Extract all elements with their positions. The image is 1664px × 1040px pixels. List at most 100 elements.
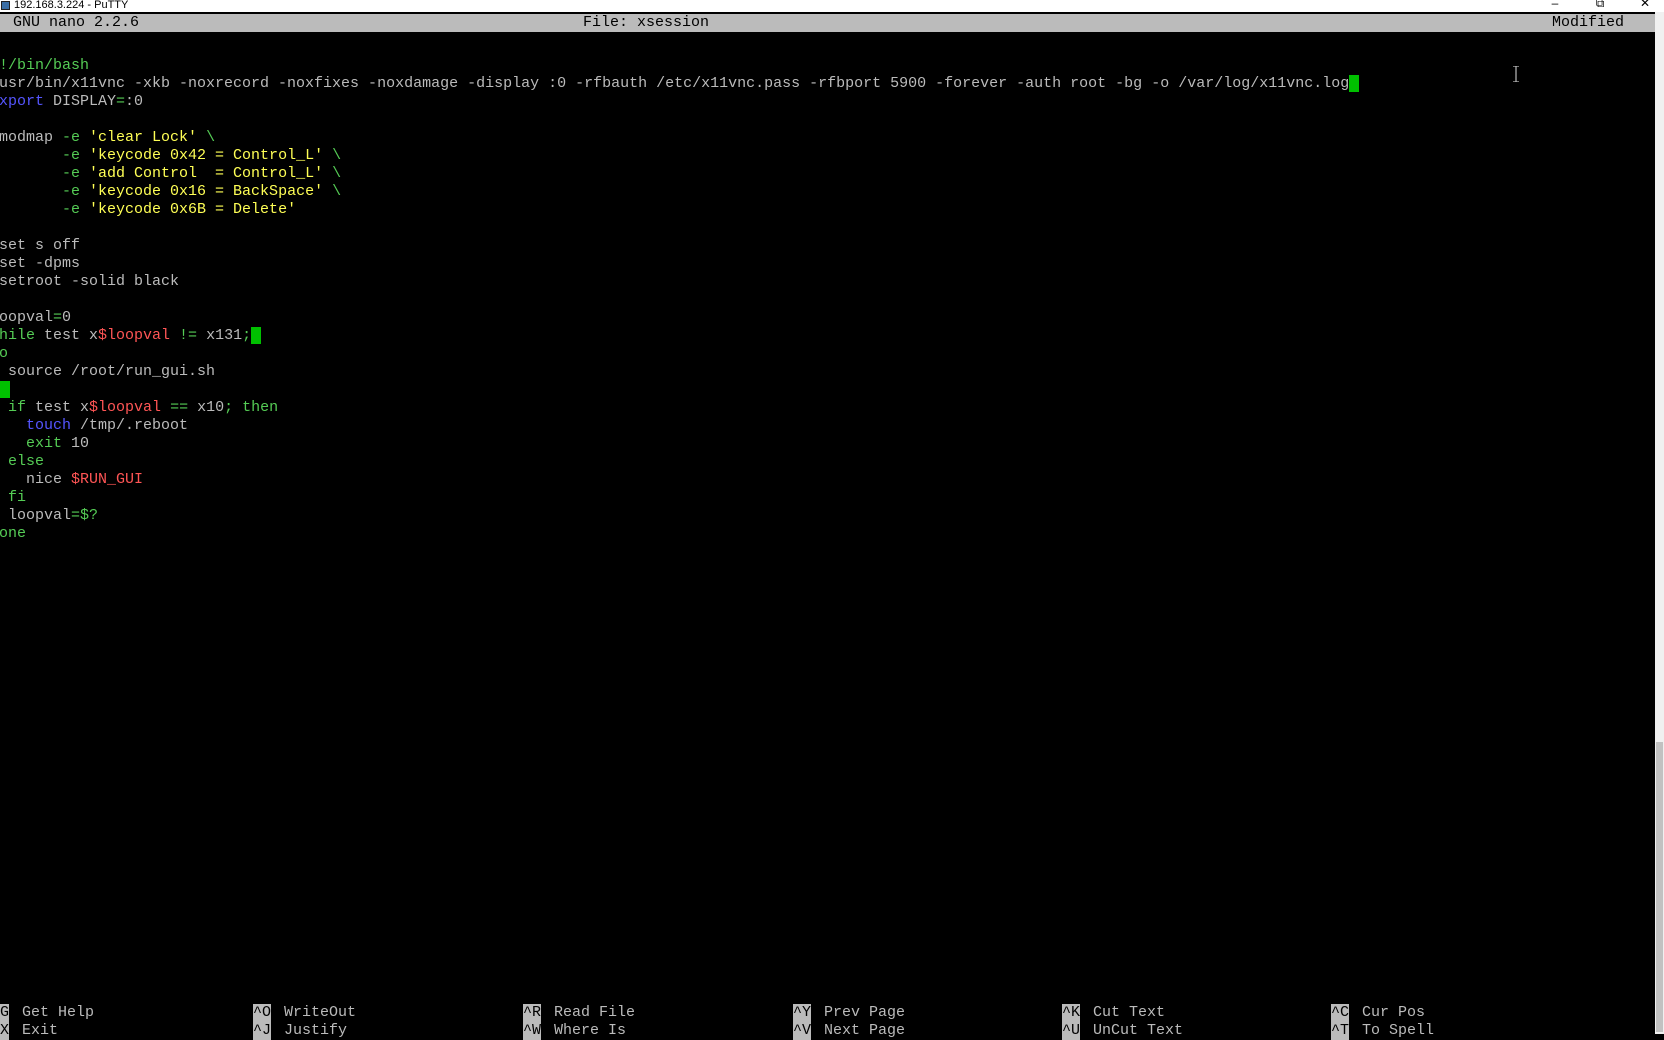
- code-token: nice: [26, 471, 63, 488]
- shortcut-label: Cut Text: [1093, 1004, 1166, 1021]
- code-token: ==: [161, 399, 198, 416]
- code-token: 10: [62, 435, 90, 452]
- code-line[interactable]: export DISPLAY=:0: [0, 93, 143, 111]
- code-line[interactable]: xmodmap -e 'clear Lock' \: [0, 129, 215, 147]
- code-token: \: [323, 165, 342, 182]
- code-token: fi: [8, 489, 27, 506]
- code-line[interactable]: else: [0, 453, 44, 471]
- code-token: xsetroot -solid black: [0, 273, 180, 290]
- shortcut-key: ^G: [0, 1004, 10, 1022]
- code-token: #!/bin/bash: [0, 57, 90, 74]
- text-cursor-icon: [1513, 66, 1519, 82]
- maximize-icon[interactable]: ⧉: [1593, 0, 1607, 10]
- code-token: exit: [26, 435, 63, 452]
- code-line[interactable]: if test x$loopval == x10; then: [0, 399, 278, 417]
- code-line[interactable]: exit 10: [0, 435, 89, 453]
- shortcut-key: ^U: [1062, 1022, 1081, 1040]
- code-token: ; then: [224, 399, 279, 416]
- code-line[interactable]: loopval=$?: [0, 507, 98, 525]
- code-line[interactable]: fi: [0, 489, 26, 507]
- shortcut-key: ^X: [0, 1022, 10, 1040]
- shortcut-label: WriteOut: [284, 1004, 357, 1021]
- putty-app-icon: [1, 1, 10, 10]
- cursor-block: [251, 327, 262, 344]
- shortcut-key: ^R: [523, 1004, 542, 1022]
- code-line[interactable]: done: [0, 525, 26, 543]
- minimize-icon[interactable]: –: [1548, 0, 1562, 10]
- code-token: 'keycode 0x42 = Control_L': [80, 147, 324, 164]
- code-token: 'clear Lock': [80, 129, 198, 146]
- code-token: source /root/run_gui.sh: [0, 363, 216, 380]
- shortcut-key: ^W: [523, 1022, 542, 1040]
- code-token: test x: [26, 399, 90, 416]
- code-line[interactable]: source /root/run_gui.sh: [0, 363, 215, 381]
- code-line[interactable]: -e 'add Control = Control_L' \: [0, 165, 341, 183]
- code-token: $loopval: [89, 399, 162, 416]
- shortcut-key: ^K: [1062, 1004, 1081, 1022]
- window-title-bar[interactable]: 192.168.3.224 - PuTTY – ⧉ ✕: [0, 0, 1664, 12]
- shortcut-key: ^V: [793, 1022, 812, 1040]
- code-line[interactable]: do: [0, 345, 8, 363]
- code-token: \: [197, 129, 216, 146]
- code-token: touch: [26, 417, 72, 434]
- code-token: xset s off: [0, 237, 81, 254]
- code-line[interactable]: -e 'keycode 0x16 = BackSpace' \: [0, 183, 341, 201]
- shortcut-label: Read File: [554, 1004, 636, 1021]
- code-token: -e: [62, 147, 81, 164]
- close-icon[interactable]: ✕: [1638, 0, 1652, 10]
- code-line[interactable]: xset s off: [0, 237, 80, 255]
- terminal-text-area[interactable]: #!/bin/bash/usr/bin/x11vnc -xkb -noxreco…: [0, 14, 1655, 1034]
- code-line[interactable]: loopval=0: [0, 309, 71, 327]
- code-token: $loopval: [98, 327, 171, 344]
- code-token: 'add Control = Control_L': [80, 165, 324, 182]
- code-token: DISPLAY: [44, 93, 117, 110]
- code-line[interactable]: #!/bin/bash: [0, 57, 89, 75]
- vertical-scrollbar[interactable]: [1655, 12, 1664, 1034]
- code-token: -e: [62, 165, 81, 182]
- code-line[interactable]: while test x$loopval != x131;: [0, 327, 262, 345]
- shortcut-label: UnCut Text: [1093, 1022, 1184, 1039]
- shortcut-key: ^J: [253, 1022, 272, 1040]
- code-line[interactable]: touch /tmp/.reboot: [0, 417, 188, 435]
- code-token: /tmp/.reboot: [71, 417, 189, 434]
- code-token: do: [0, 345, 9, 362]
- code-token: else: [8, 453, 45, 470]
- code-line[interactable]: nice $RUN_GUI: [0, 471, 143, 489]
- code-line[interactable]: -e 'keycode 0x42 = Control_L' \: [0, 147, 341, 165]
- code-token: 'keycode 0x6B = Delete': [80, 201, 297, 218]
- code-line[interactable]: -e 'keycode 0x6B = Delete': [0, 201, 296, 219]
- code-token: \: [323, 147, 342, 164]
- shortcut-label: Prev Page: [824, 1004, 906, 1021]
- scrollbar-thumb[interactable]: [1656, 742, 1663, 1032]
- shortcut-key: ^Y: [793, 1004, 812, 1022]
- code-line[interactable]: xset -dpms: [0, 255, 80, 273]
- shortcut-label: Cur Pos: [1362, 1004, 1426, 1021]
- code-token: -e: [62, 201, 81, 218]
- code-token: 'keycode 0x16 = BackSpace': [80, 183, 324, 200]
- code-token: loopval: [8, 507, 72, 524]
- code-token: =: [116, 93, 126, 110]
- shortcut-key: ^C: [1331, 1004, 1350, 1022]
- code-line[interactable]: /usr/bin/x11vnc -xkb -noxrecord -noxfixe…: [0, 75, 1360, 93]
- code-token: xset -dpms: [0, 255, 81, 272]
- code-token: if: [8, 399, 27, 416]
- cursor-block: [1349, 75, 1360, 92]
- code-token: -e: [62, 183, 81, 200]
- code-token: xmodmap: [0, 129, 54, 146]
- code-token: 0: [62, 309, 72, 326]
- shortcut-key: ^T: [1331, 1022, 1350, 1040]
- code-token: !=: [170, 327, 207, 344]
- shortcut-label: Exit: [22, 1022, 59, 1039]
- code-token: x10: [197, 399, 225, 416]
- code-token: ;: [242, 327, 252, 344]
- code-line[interactable]: xsetroot -solid black: [0, 273, 179, 291]
